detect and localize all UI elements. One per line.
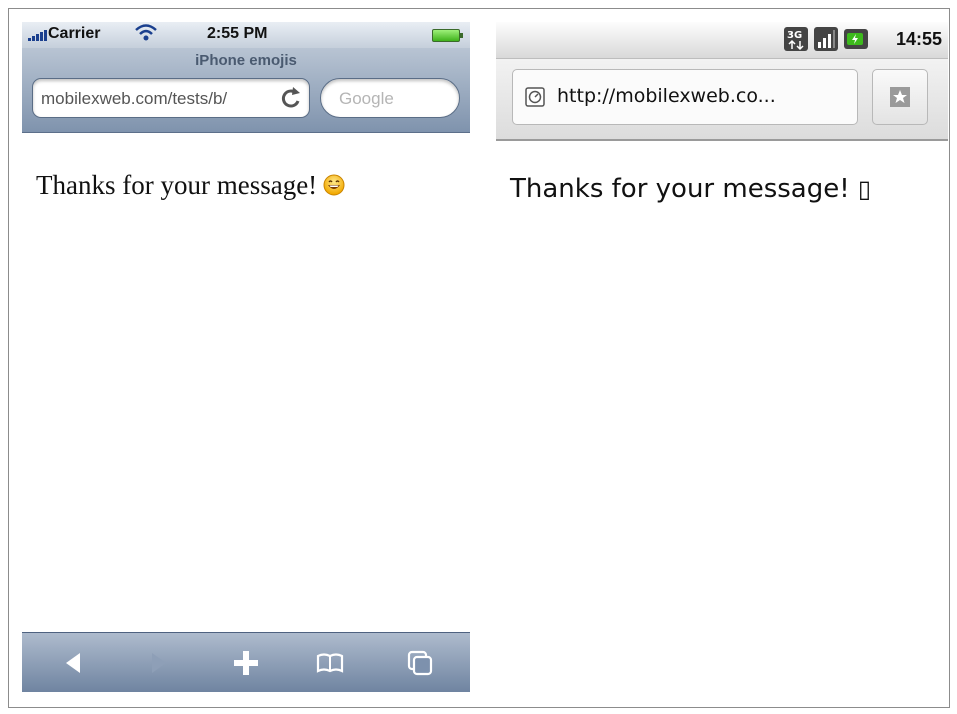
wifi-icon	[135, 24, 157, 41]
bookmarks-icon[interactable]	[314, 647, 346, 679]
url-field[interactable]: mobilexweb.com/tests/b/	[32, 78, 310, 118]
globe-favicon-icon	[525, 87, 545, 107]
page-content: Thanks for your message! ▯	[510, 174, 871, 204]
svg-text:3G: 3G	[787, 30, 802, 41]
url-text: http://mobilexweb.co...	[557, 85, 776, 107]
battery-icon	[432, 29, 463, 42]
signal-strength-icon	[814, 27, 838, 51]
bookmark-button[interactable]	[872, 69, 928, 125]
missing-glyph-box: ▯	[857, 175, 872, 203]
forward-icon[interactable]	[142, 647, 174, 679]
bookmark-star-icon	[890, 87, 910, 107]
browser-title-bar: http://mobilexweb.co...	[496, 59, 948, 141]
3g-network-icon: 3G	[784, 27, 808, 51]
ios-status-bar: Carrier 2:55 PM	[22, 22, 470, 48]
reload-icon[interactable]	[279, 85, 303, 111]
status-time: 14:55	[895, 29, 942, 49]
pages-icon[interactable]	[404, 647, 436, 679]
signal-strength-icon	[28, 29, 47, 41]
carrier-label: Carrier	[48, 25, 101, 42]
android-status-bar: 3G 14:55	[496, 22, 948, 59]
android-browser-screen: 3G 14:55 http://mobilexweb.co... Thanks …	[496, 22, 948, 692]
back-icon[interactable]	[58, 647, 90, 679]
url-text: mobilexweb.com/tests/b/	[41, 89, 228, 108]
battery-charging-icon	[844, 29, 868, 49]
search-placeholder: Google	[339, 89, 394, 108]
status-time: 2:55 PM	[207, 25, 268, 42]
smiling-face-emoji-icon	[323, 174, 345, 196]
search-field[interactable]: Google	[320, 78, 460, 118]
page-title: iPhone emojis	[195, 52, 297, 69]
url-field[interactable]: http://mobilexweb.co...	[512, 69, 858, 125]
message-text: Thanks for your message!	[36, 170, 318, 200]
message-text: Thanks for your message!	[510, 174, 850, 204]
iphone-safari-screen: Carrier 2:55 PM iPhone emojis mobilexweb…	[22, 22, 470, 692]
safari-address-bar: iPhone emojis mobilexweb.com/tests/b/ Go…	[22, 48, 470, 133]
add-icon[interactable]	[230, 647, 262, 679]
safari-toolbar	[22, 632, 470, 692]
page-content: Thanks for your message!	[36, 170, 345, 201]
